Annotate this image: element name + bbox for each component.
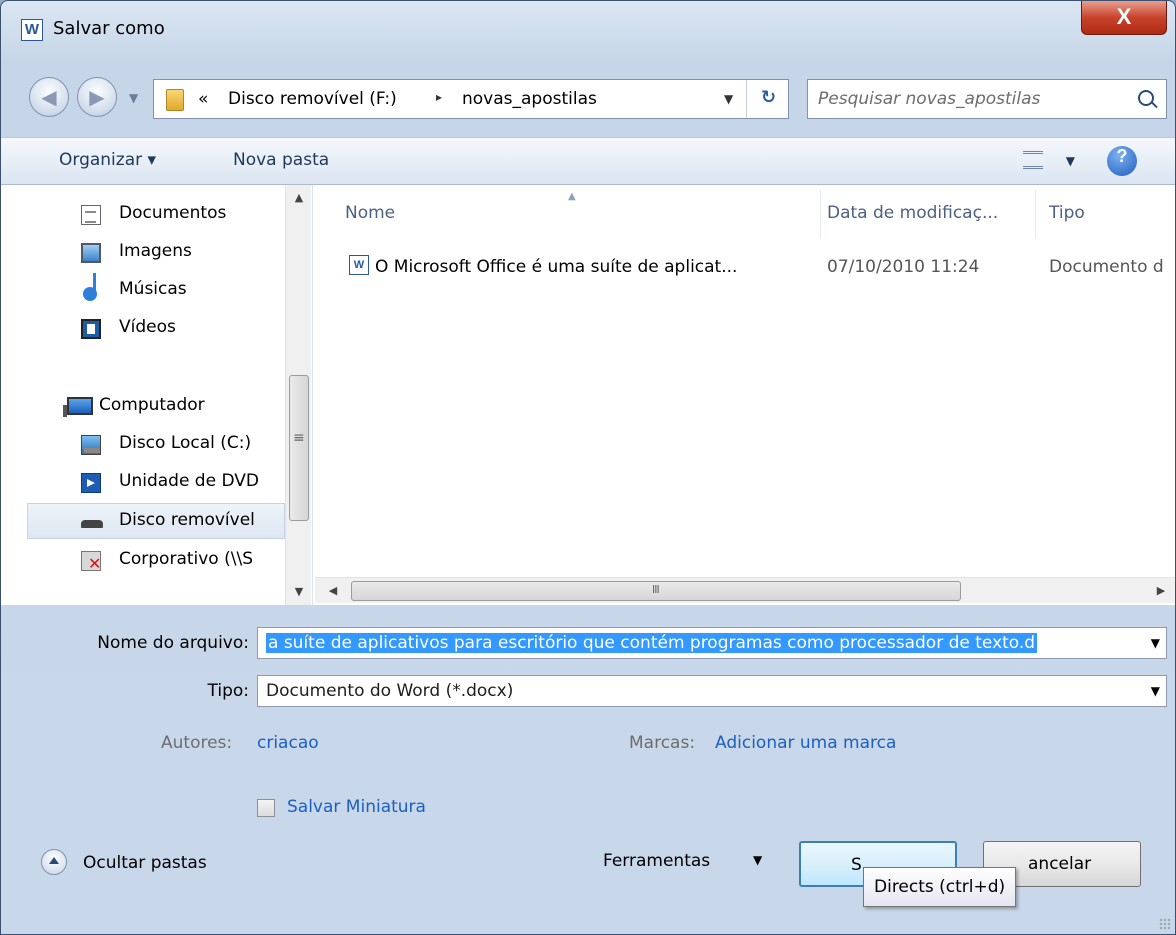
- forward-arrow-icon[interactable]: ▶: [77, 77, 117, 117]
- scroll-left-arrow-icon[interactable]: ◀: [321, 578, 345, 604]
- documents-icon: [81, 205, 101, 225]
- tags-add-link[interactable]: Adicionar uma marca: [715, 733, 896, 753]
- nav-item-label: Documentos: [119, 203, 227, 223]
- back-arrow-icon[interactable]: ◀: [29, 77, 69, 117]
- window-title: Salvar como: [53, 18, 165, 39]
- column-header-name[interactable]: Nome: [345, 203, 395, 223]
- network-drive-icon: [81, 551, 101, 573]
- authors-label: Autores:: [161, 733, 233, 753]
- hard-drive-icon: [81, 435, 101, 455]
- nav-item-label: Unidade de DVD: [119, 471, 259, 491]
- nav-item-corporativo[interactable]: Corporativo (\\S: [1, 543, 285, 579]
- save-tooltip: Directs (ctrl+d): [863, 867, 1017, 907]
- nav-item-label: Computador: [99, 395, 205, 415]
- breadcrumb-removable-disk[interactable]: Disco removível (F:): [228, 89, 397, 109]
- save-thumbnail-checkbox[interactable]: [257, 799, 275, 817]
- nav-item-disco-local[interactable]: Disco Local (C:): [1, 427, 285, 463]
- file-row[interactable]: W O Microsoft Office é uma suíte de apli…: [345, 247, 1175, 287]
- breadcrumb-separator-icon[interactable]: ▸: [436, 90, 442, 104]
- help-icon[interactable]: ?: [1107, 146, 1137, 176]
- filename-value: a suíte de aplicativos para escritório q…: [266, 633, 1038, 653]
- search-icon[interactable]: [1138, 90, 1154, 106]
- nav-item-label: Disco removível: [119, 510, 255, 530]
- command-bar: Organizar ▾ Nova pasta ▼ ?: [1, 137, 1175, 185]
- scroll-right-arrow-icon[interactable]: ▶: [1149, 578, 1173, 604]
- view-options-chevron-icon[interactable]: ▼: [1066, 154, 1075, 168]
- save-type-value: Documento do Word (*.docx): [266, 681, 514, 701]
- save-thumbnail-label[interactable]: Salvar Miniatura: [287, 797, 426, 817]
- search-input[interactable]: [808, 80, 1118, 118]
- close-button[interactable]: X: [1081, 1, 1167, 35]
- address-history-chevron-icon[interactable]: ▼: [724, 92, 733, 106]
- hide-folders-button[interactable]: Ocultar pastas: [83, 853, 207, 873]
- column-divider[interactable]: [820, 189, 821, 239]
- tools-button[interactable]: Ferramentas: [603, 851, 710, 871]
- navigation-pane: Documentos Imagens Músicas Vídeos Comput…: [1, 185, 313, 605]
- scroll-up-arrow-icon[interactable]: ▲: [286, 185, 312, 211]
- music-icon: [83, 273, 97, 301]
- word-app-icon: W: [21, 19, 43, 41]
- recent-locations-chevron-icon[interactable]: ▼: [129, 91, 138, 105]
- hide-folders-icon[interactable]: [41, 849, 67, 875]
- nav-item-label: Músicas: [119, 279, 187, 299]
- file-list: ▲ Nome Data de modificaç... Tipo W O Mic…: [315, 185, 1175, 605]
- save-type-chevron-icon[interactable]: ▼: [1151, 684, 1160, 698]
- tools-chevron-icon[interactable]: ▼: [753, 853, 762, 867]
- filename-history-chevron-icon[interactable]: ▼: [1151, 636, 1160, 650]
- save-as-dialog: W Salvar como X ◀ ▶ ▼ « Disco removível …: [0, 0, 1176, 935]
- file-date: 07/10/2010 11:24: [827, 257, 980, 277]
- refresh-icon[interactable]: ↻: [746, 80, 790, 118]
- nav-scroll-thumb[interactable]: [289, 375, 309, 521]
- nav-item-label: Imagens: [119, 241, 192, 261]
- nav-item-computador[interactable]: Computador: [1, 389, 285, 425]
- breadcrumb-overflow[interactable]: «: [198, 89, 208, 109]
- filename-field[interactable]: a suíte de aplicativos para escritório q…: [257, 627, 1167, 659]
- filename-value-wrap: a suíte de aplicativos para escritório q…: [266, 633, 1136, 653]
- filename-label: Nome do arquivo:: [97, 633, 249, 653]
- nav-item-imagens[interactable]: Imagens: [1, 235, 285, 271]
- file-scroll-thumb[interactable]: [351, 581, 961, 601]
- authors-value[interactable]: criacao: [257, 733, 319, 753]
- nav-vertical-scrollbar[interactable]: ▲ ▼: [285, 185, 311, 605]
- nav-item-musicas[interactable]: Músicas: [1, 273, 285, 309]
- browser-area: Documentos Imagens Músicas Vídeos Comput…: [1, 185, 1175, 605]
- videos-icon: [81, 319, 101, 339]
- title-bar: W Salvar como X: [1, 1, 1175, 57]
- nav-item-disco-removivel[interactable]: Disco removível: [27, 503, 285, 539]
- organize-button[interactable]: Organizar ▾: [59, 150, 156, 170]
- nav-item-videos[interactable]: Vídeos: [1, 311, 285, 347]
- file-horizontal-scrollbar[interactable]: ◀ ▶: [315, 577, 1175, 604]
- new-folder-button[interactable]: Nova pasta: [233, 150, 329, 170]
- nav-item-label: Disco Local (C:): [119, 433, 252, 453]
- pictures-icon: [81, 243, 101, 263]
- type-label: Tipo:: [207, 681, 249, 701]
- save-type-select[interactable]: Documento do Word (*.docx) ▼: [257, 675, 1167, 707]
- address-bar[interactable]: « Disco removível (F:) ▸ novas_apostilas…: [153, 79, 789, 119]
- breadcrumb-novas-apostilas[interactable]: novas_apostilas: [462, 89, 597, 109]
- file-type: Documento d: [1049, 257, 1164, 277]
- file-name: O Microsoft Office é uma suíte de aplica…: [375, 257, 738, 277]
- resize-grip-icon[interactable]: [1159, 918, 1171, 930]
- tags-label: Marcas:: [629, 733, 696, 753]
- column-header-date[interactable]: Data de modificaç...: [827, 203, 998, 223]
- change-view-icon[interactable]: [1023, 151, 1043, 169]
- column-divider[interactable]: [1035, 189, 1036, 239]
- nav-item-label: Vídeos: [119, 317, 176, 337]
- search-box[interactable]: [807, 79, 1167, 119]
- nav-item-documentos[interactable]: Documentos: [1, 197, 285, 233]
- nav-item-label: Corporativo (\\S: [119, 549, 253, 569]
- word-document-icon: W: [349, 255, 369, 275]
- nav-item-dvd[interactable]: Unidade de DVD: [1, 465, 285, 501]
- folder-icon: [166, 89, 184, 111]
- computer-icon: [63, 397, 93, 417]
- sort-ascending-icon: ▲: [568, 191, 576, 202]
- dvd-drive-icon: [81, 473, 101, 493]
- scroll-down-arrow-icon[interactable]: ▼: [286, 579, 312, 605]
- column-header-type[interactable]: Tipo: [1049, 203, 1085, 223]
- removable-disk-icon: [81, 520, 103, 528]
